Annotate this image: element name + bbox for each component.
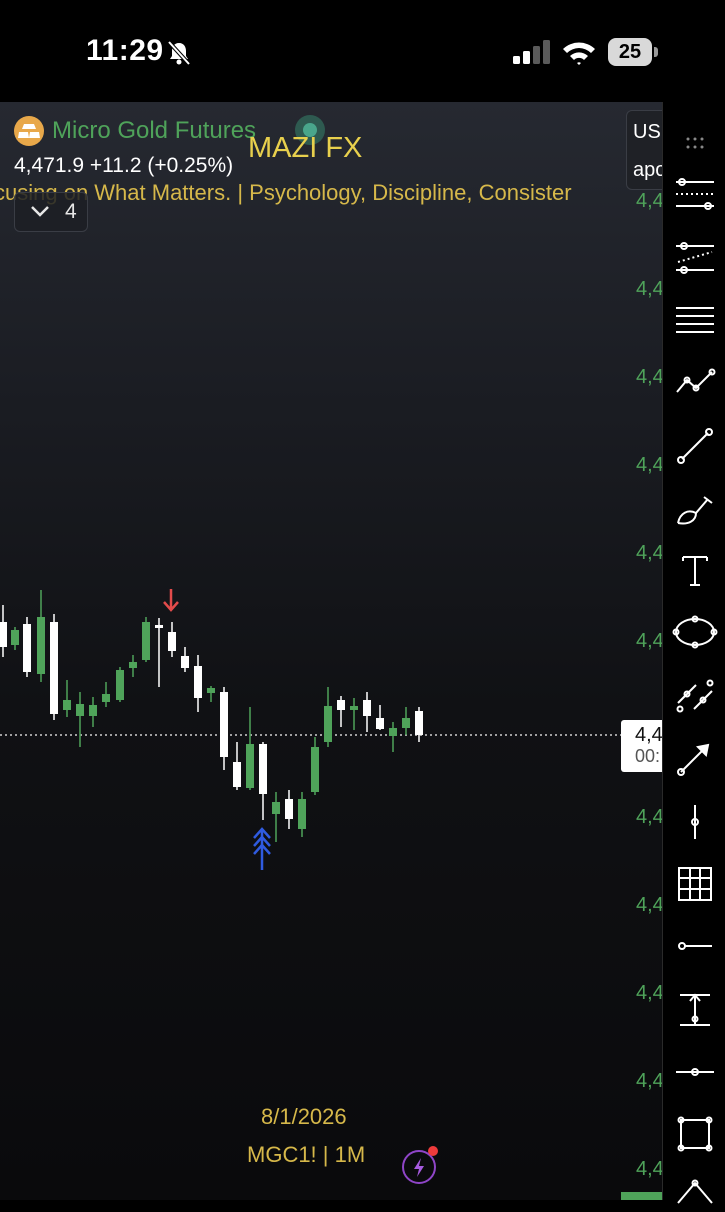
date-label: 8/1/2026 (261, 1104, 347, 1129)
currency-unit: apo (633, 159, 662, 181)
cross-line-icon[interactable] (671, 1048, 719, 1096)
price-axis-label: 4,4 (636, 1070, 662, 1092)
candle-body (415, 711, 423, 735)
current-price-tag: 4,4 00: (621, 720, 662, 772)
candle-body (89, 705, 97, 716)
price-axis-label: 4,4 (636, 278, 662, 300)
candle-body (389, 728, 397, 736)
candle-body (76, 704, 84, 716)
buy-signal-arrow (253, 827, 271, 870)
arrow-icon[interactable] (671, 734, 719, 782)
sell-signal-arrow (163, 589, 179, 612)
candle-body (37, 617, 45, 674)
parallel-lines-icon[interactable] (671, 672, 719, 720)
candle-body (246, 744, 254, 788)
candle-body (116, 670, 124, 700)
price-quote: 4,471.9 +11.2 (+0.25%) (14, 154, 233, 178)
price-axis-label: 4,4 (636, 982, 662, 1004)
candle-body (220, 692, 228, 757)
price-axis-label: 4,4 (636, 630, 662, 652)
chart-area[interactable]: Micro Gold Futures MAZI FX 4,471.9 +11.2… (0, 102, 662, 1200)
bar-countdown: 00: (635, 746, 661, 766)
candle-body (233, 762, 241, 787)
vertical-line-icon[interactable] (671, 798, 719, 846)
brush-icon[interactable] (671, 486, 719, 534)
last-price: 4,471.9 (14, 154, 85, 177)
horizontal-lines-icon[interactable] (671, 296, 719, 344)
drawing-toolbar (662, 102, 725, 1204)
bottom-price-marker (621, 1192, 662, 1200)
cellular-signal-icon (513, 40, 550, 64)
candlestick-chart[interactable] (0, 102, 662, 1200)
price-axis-label: 4,4 (636, 542, 662, 564)
candle-body (207, 688, 215, 693)
candle-body (272, 802, 280, 814)
path-icon[interactable] (671, 1164, 719, 1212)
candle-body (50, 622, 58, 714)
candle-body (311, 747, 319, 792)
watermark-title: MAZI FX (248, 132, 363, 164)
price-change: +11.2 (+0.25%) (89, 154, 234, 177)
status-bar: 11:29 25 (0, 0, 725, 102)
candle-body (259, 744, 267, 794)
price-range-icon[interactable] (671, 986, 719, 1034)
price-axis-label: 4,4 (636, 806, 662, 828)
candle-body (337, 700, 345, 710)
candle-body (0, 622, 7, 647)
wifi-icon (563, 42, 595, 65)
current-price-value: 4,4 (635, 724, 662, 746)
ellipse-icon[interactable] (671, 608, 719, 656)
candle-body (63, 700, 71, 710)
price-axis-label: 4,4 (636, 894, 662, 916)
indicators-toggle-button[interactable]: 4 (14, 192, 88, 232)
drag-handle-icon[interactable] (685, 136, 705, 152)
candle-body (168, 632, 176, 651)
candle-body (363, 700, 371, 716)
symbol-row[interactable]: Micro Gold Futures (14, 116, 256, 146)
parallel-channel-icon[interactable] (671, 234, 719, 282)
battery-tip (654, 47, 658, 57)
rectangle-icon[interactable] (671, 1110, 719, 1158)
candle-body (402, 718, 410, 728)
indicator-count: 4 (65, 200, 77, 223)
candle-body (298, 799, 306, 829)
currency-code: USD (633, 121, 662, 143)
candle-body (350, 706, 358, 710)
price-axis-label: 4,4 (636, 190, 662, 212)
candle-body (181, 656, 189, 668)
currency-box[interactable]: USD apo (626, 110, 662, 190)
candle-body (194, 666, 202, 698)
text-icon[interactable] (671, 546, 719, 594)
symbol-name[interactable]: Micro Gold Futures (52, 117, 256, 145)
price-axis-label: 4,4 (636, 366, 662, 388)
candle-body (102, 694, 110, 702)
candle-body (129, 662, 137, 668)
gold-bars-icon (14, 116, 44, 146)
candle-body (23, 624, 31, 672)
chevron-down-icon (31, 206, 49, 217)
zigzag-pattern-icon[interactable] (671, 358, 719, 406)
ticker-label: MGC1! | 1M (247, 1142, 366, 1167)
candle-body (376, 718, 384, 729)
candle-body (11, 630, 19, 645)
horizontal-segment-icon[interactable] (671, 922, 719, 970)
price-axis-label: 4,4 (636, 454, 662, 476)
price-axis-label: 4,4 (636, 1158, 662, 1180)
status-time: 11:29 (86, 34, 164, 67)
bell-off-icon (167, 40, 191, 66)
candle-body (285, 799, 293, 819)
trend-line-icon[interactable] (671, 422, 719, 470)
grid-icon[interactable] (671, 860, 719, 908)
lightning-bolt-icon (414, 1158, 424, 1177)
battery-icon: 25 (608, 38, 652, 66)
alerts-button[interactable] (402, 1146, 438, 1184)
horizontal-ray-icon[interactable] (671, 170, 719, 218)
candle-body (142, 622, 150, 660)
candle-body (324, 706, 332, 742)
candle-body (155, 625, 163, 628)
